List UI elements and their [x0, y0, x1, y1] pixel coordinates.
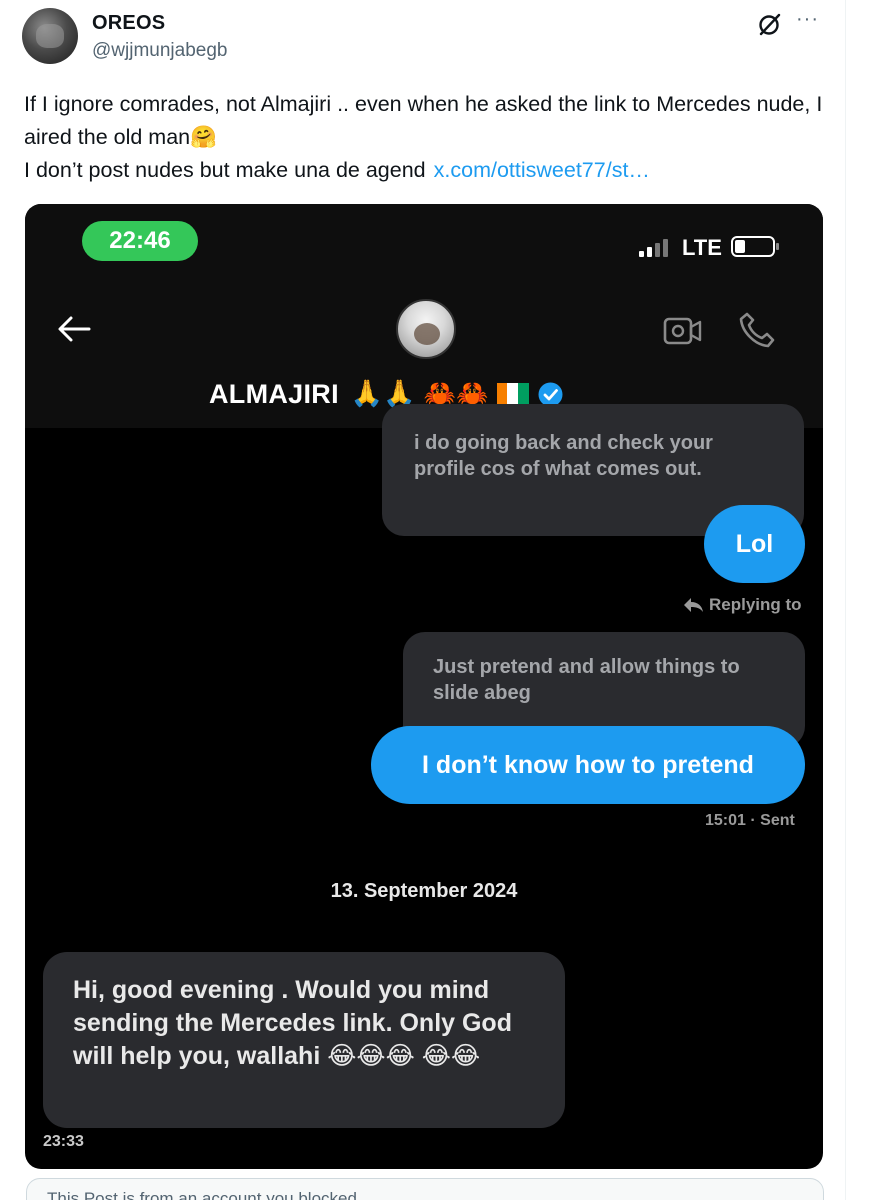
- author-avatar[interactable]: [22, 8, 78, 64]
- ivory-coast-flag-icon: [496, 383, 529, 405]
- author-display-name[interactable]: OREOS: [92, 12, 165, 35]
- sent-message-lol: Lol: [704, 505, 805, 583]
- author-handle[interactable]: @wjjmunjabegb: [92, 40, 227, 62]
- blocked-account-notice: This Post is from an account you blocked…: [26, 1178, 824, 1200]
- incoming-message-bubble: Hi, good evening . Would you mind sendin…: [43, 952, 565, 1128]
- battery-icon: [731, 236, 779, 257]
- tweet-body: If I ignore comrades, not Almajiri .. ev…: [24, 92, 823, 182]
- grok-slash-circle-icon[interactable]: [756, 12, 782, 38]
- signal-strength-icon: [639, 237, 679, 257]
- more-options-icon[interactable]: ···: [796, 8, 819, 31]
- phone-call-icon[interactable]: [737, 310, 777, 350]
- date-divider: 13. September 2024: [330, 880, 518, 902]
- sent-timestamp: 15:01 · Sent: [705, 812, 795, 829]
- video-call-icon[interactable]: [663, 316, 703, 346]
- tweet-media-image[interactable]: 22:46 LTE ALMAJIRI 🙏🙏 🦀🦀 i do going back…: [25, 204, 823, 1169]
- incoming-timestamp: 23:33: [43, 1133, 84, 1150]
- contact-avatar[interactable]: [396, 299, 456, 359]
- tweet-link[interactable]: x.com/ottisweet77/st…: [434, 158, 650, 182]
- replying-to-indicator: Replying to: [682, 595, 802, 615]
- replying-to-label: Replying to: [709, 595, 802, 614]
- reply-arrow-icon: [684, 598, 703, 612]
- column-divider: [845, 0, 846, 1200]
- status-bar-time: 22:46: [82, 221, 198, 261]
- tweet-text: If I ignore comrades, not Almajiri .. ev…: [24, 88, 824, 187]
- network-type: LTE: [682, 235, 722, 260]
- back-arrow-icon[interactable]: [55, 314, 93, 344]
- contact-name: ALMAJIRI: [209, 378, 339, 409]
- sent-message-pretend: I don’t know how to pretend: [371, 726, 805, 804]
